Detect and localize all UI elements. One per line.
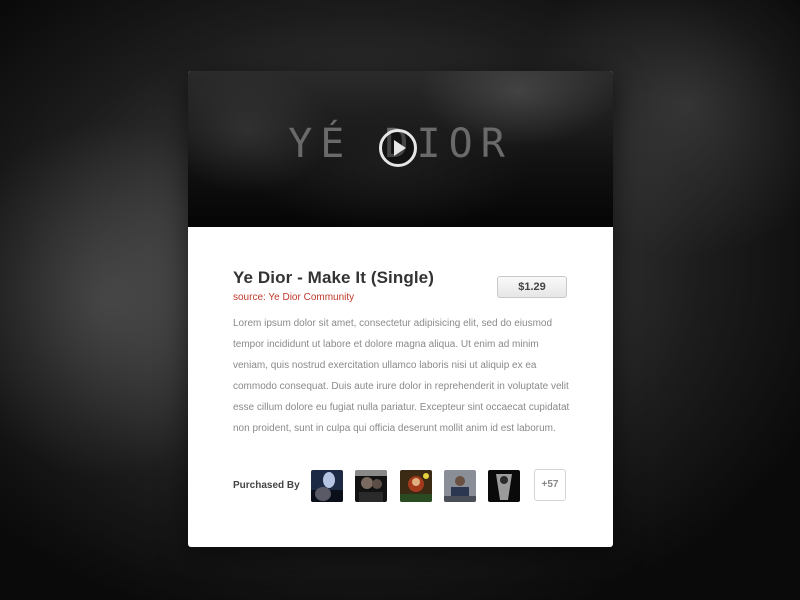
play-button[interactable] <box>379 129 417 167</box>
more-buyers-button[interactable]: +57 <box>534 469 566 501</box>
avatar[interactable] <box>488 470 520 502</box>
avatar[interactable] <box>400 470 432 502</box>
avatar[interactable] <box>355 470 387 502</box>
avatar[interactable] <box>444 470 476 502</box>
product-card: YÉ DIOR Ye Dior - Make It (Single) sourc… <box>188 71 613 547</box>
play-icon <box>394 140 406 156</box>
purchased-by-label: Purchased By <box>233 480 300 491</box>
product-description: Lorem ipsum dolor sit amet, consectetur … <box>233 318 570 434</box>
price-button[interactable]: $1.29 <box>497 276 567 298</box>
product-title: Ye Dior - Make It (Single) <box>233 268 434 287</box>
hero-banner: YÉ DIOR <box>188 71 613 227</box>
product-source[interactable]: source: Ye Dior Community <box>233 292 354 303</box>
avatar[interactable] <box>311 470 343 502</box>
